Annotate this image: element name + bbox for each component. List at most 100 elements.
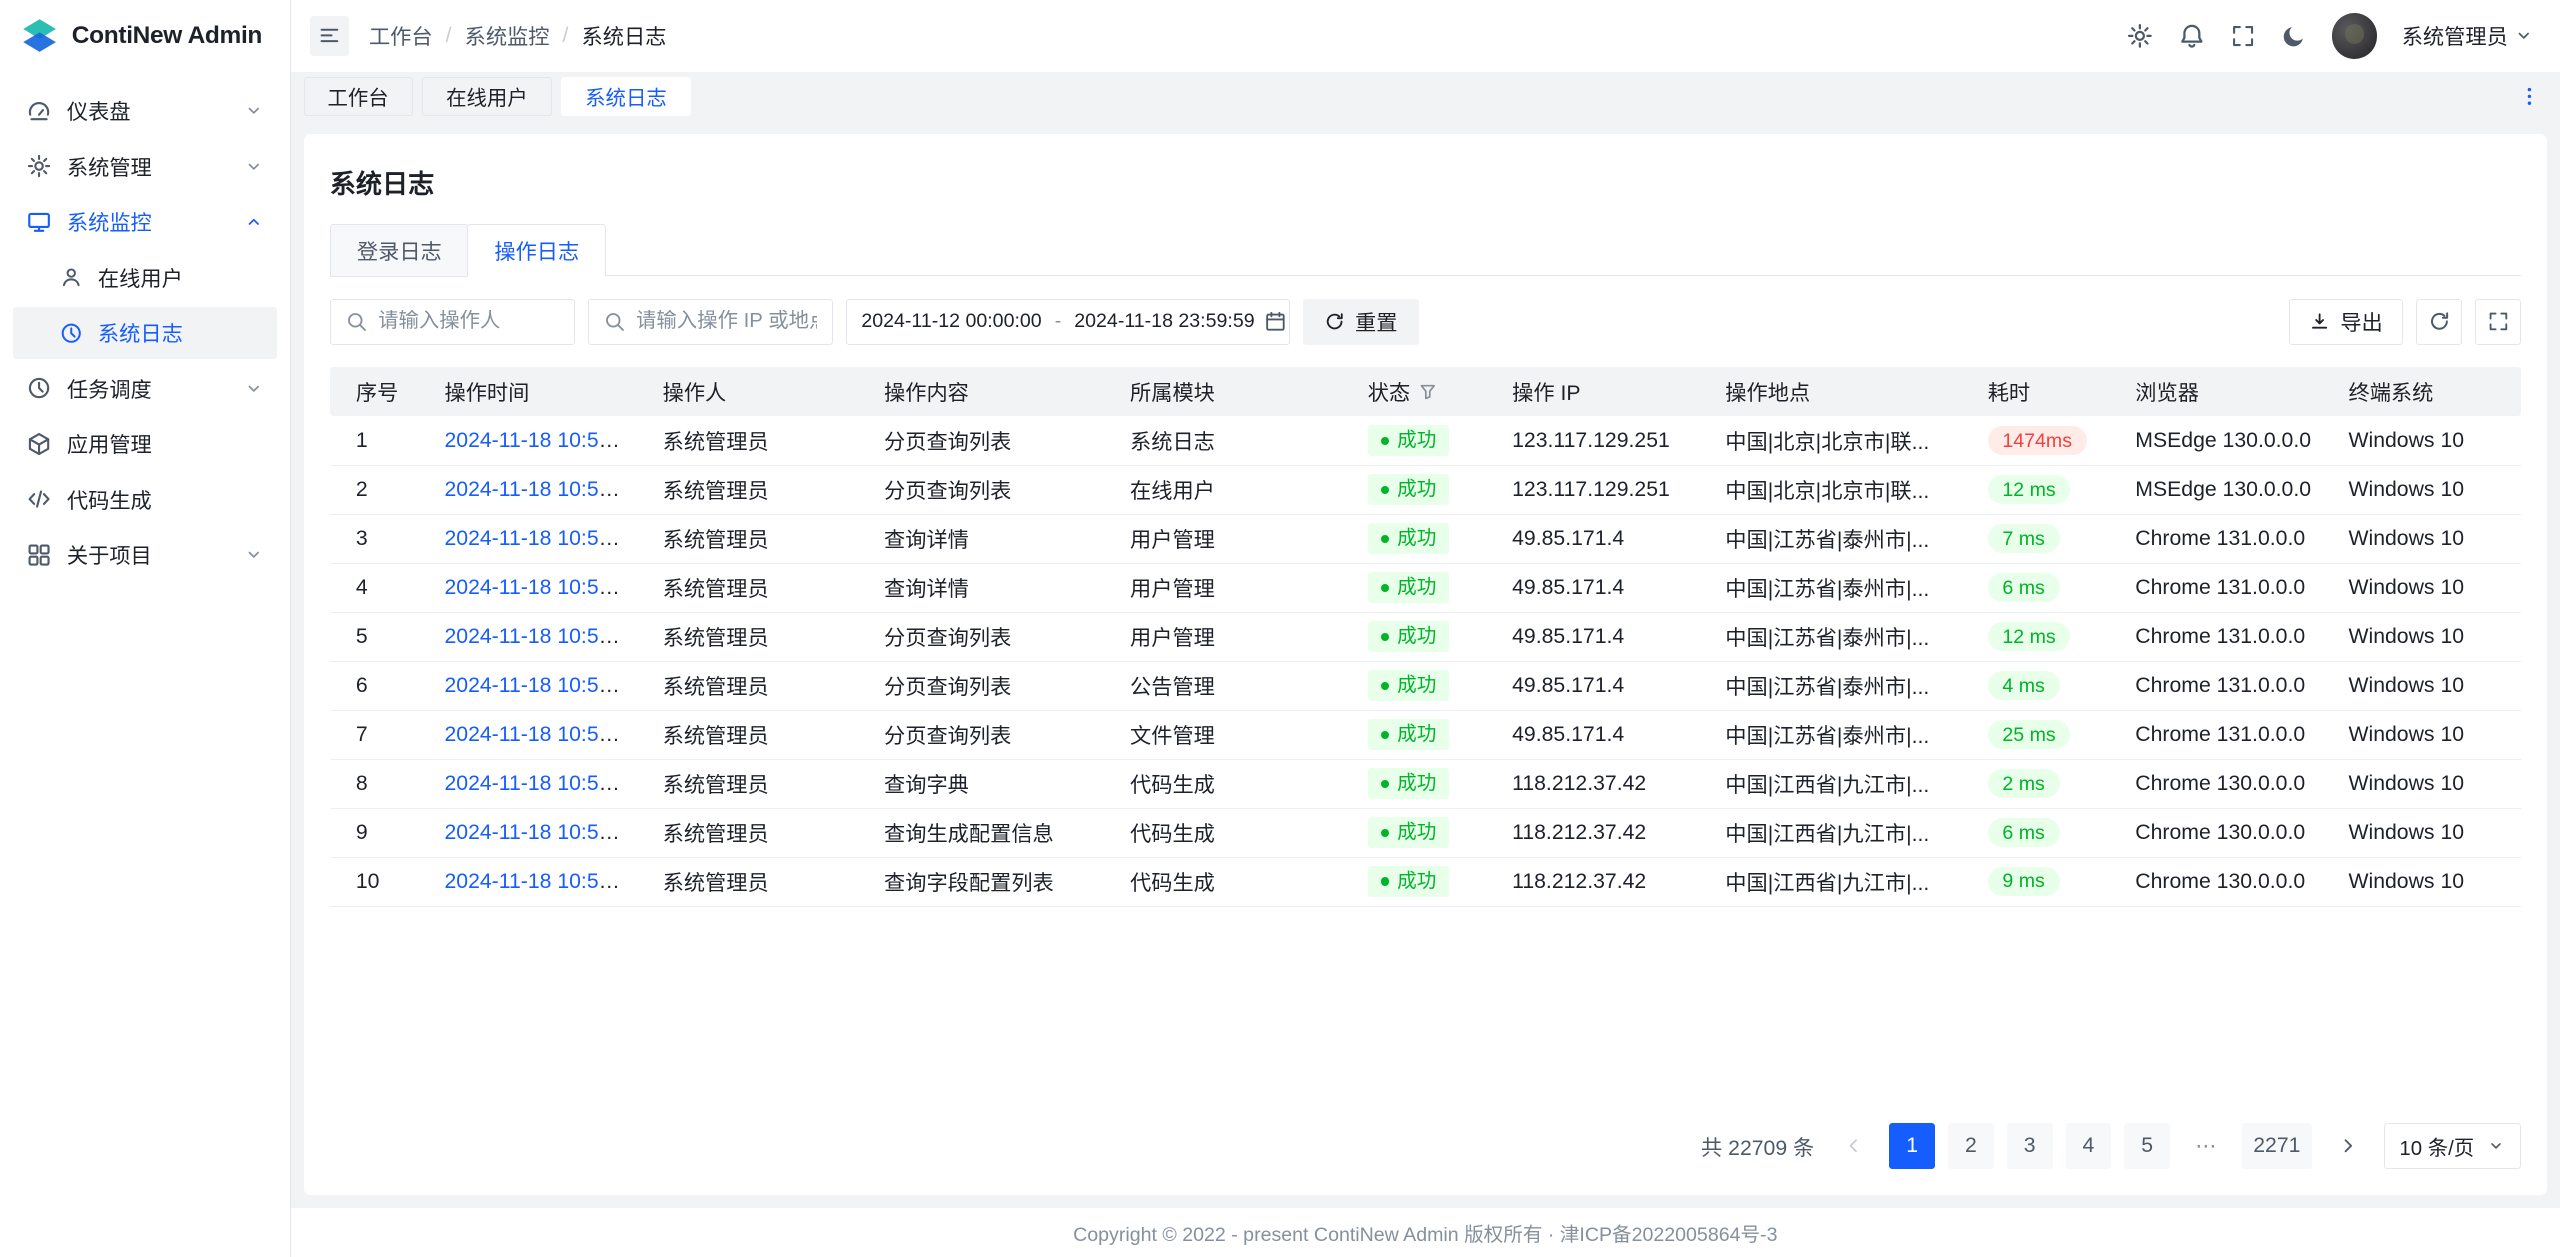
cell-time: 2024-11-18 10:52:05: [428, 563, 646, 612]
dark-mode-moon-icon[interactable]: [2281, 23, 2307, 49]
duration-badge: 12 ms: [1988, 475, 2071, 504]
operation-time-link[interactable]: 2024-11-18 10:52:47: [444, 478, 639, 501]
log-table: 序号操作时间操作人操作内容所属模块状态操作 IP操作地点耗时浏览器终端系统 12…: [330, 367, 2521, 906]
column-header-6: 状态: [1351, 367, 1495, 416]
app-root: ContiNew Admin 仪表盘 系统管理: [0, 0, 2560, 1257]
tab-online-users[interactable]: 在线用户: [422, 77, 551, 116]
export-button[interactable]: 导出: [2289, 299, 2404, 345]
breadcrumb: 工作台 / 系统监控 / 系统日志: [369, 20, 666, 51]
tab-workbench[interactable]: 工作台: [304, 77, 413, 116]
sidebar-item-code-gen[interactable]: 代码生成: [13, 473, 277, 525]
page-button-2[interactable]: 2: [1948, 1123, 1994, 1169]
cell-browser: Chrome 130.0.0.0: [2119, 808, 2332, 857]
tab-operation-logs[interactable]: 操作日志: [467, 224, 606, 277]
cell-operator: 系统管理员: [646, 759, 867, 808]
tab-system-logs[interactable]: 系统日志: [561, 77, 690, 116]
sidebar-item-task-schedule[interactable]: 任务调度: [13, 362, 277, 414]
date-range-picker[interactable]: 2024-11-12 00:00:00 - 2024-11-18 23:59:5…: [846, 299, 1290, 345]
cell-location: 中国|江西省|九江市|...: [1709, 857, 1971, 906]
ip-search-input[interactable]: [636, 310, 817, 333]
cell-status: 成功: [1351, 661, 1495, 710]
sidebar-collapse-button[interactable]: [310, 16, 349, 55]
sidebar-item-label: 系统管理: [67, 151, 229, 182]
cell-index: 6: [330, 661, 428, 710]
settings-gear-icon[interactable]: [2126, 22, 2154, 50]
duration-badge: 7 ms: [1988, 524, 2060, 553]
operation-time-link[interactable]: 2024-11-18 10:52:05: [444, 576, 639, 599]
sidebar: ContiNew Admin 仪表盘 系统管理: [0, 0, 291, 1257]
operator-search-field[interactable]: [330, 299, 575, 345]
cell-location: 中国|江西省|九江市|...: [1709, 808, 1971, 857]
tab-login-logs[interactable]: 登录日志: [330, 224, 469, 277]
status-filter-icon[interactable]: [1418, 382, 1438, 402]
user-menu[interactable]: 系统管理员: [2402, 20, 2534, 51]
cell-index: 10: [330, 857, 428, 906]
cell-operator: 系统管理员: [646, 465, 867, 514]
sidebar-item-system-monitor[interactable]: 系统监控: [13, 196, 277, 248]
cell-os: Windows 10: [2332, 759, 2521, 808]
cell-content: 查询字典: [868, 759, 1114, 808]
operation-time-link[interactable]: 2024-11-18 10:52:55: [444, 429, 639, 452]
page-button-1[interactable]: 1: [1889, 1123, 1935, 1169]
chevron-down-icon: [2514, 26, 2534, 46]
breadcrumb-item-workbench[interactable]: 工作台: [369, 20, 433, 51]
tab-more-icon[interactable]: [2511, 85, 2547, 108]
notification-bell-icon[interactable]: [2178, 22, 2206, 50]
cell-duration: 25 ms: [1971, 710, 2119, 759]
sidebar-item-about[interactable]: 关于项目: [13, 529, 277, 581]
operation-time-link[interactable]: 2024-11-18 10:51:50: [444, 772, 639, 795]
page-size-select[interactable]: 10 条/页: [2384, 1123, 2521, 1169]
logo-icon: [20, 16, 59, 55]
log-table-row: 72024-11-18 10:51:52系统管理员分页查询列表文件管理成功49.…: [330, 710, 2521, 759]
sidebar-item-system-mgmt[interactable]: 系统管理: [13, 140, 277, 192]
breadcrumb-item-system-monitor[interactable]: 系统监控: [465, 20, 550, 51]
tab-bar: 工作台 在线用户 系统日志: [291, 72, 2560, 121]
chevron-left-icon: [1844, 1136, 1864, 1156]
next-page-button[interactable]: [2325, 1123, 2371, 1169]
operation-time-link[interactable]: 2024-11-18 10:51:49: [444, 821, 639, 844]
app-logo[interactable]: ContiNew Admin: [0, 0, 290, 72]
refresh-table-icon[interactable]: [2416, 299, 2462, 345]
prev-page-button[interactable]: [1831, 1123, 1877, 1169]
sidebar-item-dashboard[interactable]: 仪表盘: [13, 85, 277, 137]
status-badge: 成功: [1368, 474, 1450, 505]
page-button-4[interactable]: 4: [2066, 1123, 2112, 1169]
cell-time: 2024-11-18 10:52:55: [428, 416, 646, 465]
cell-status: 成功: [1351, 612, 1495, 661]
cell-browser: Chrome 130.0.0.0: [2119, 759, 2332, 808]
cell-operator: 系统管理员: [646, 710, 867, 759]
sidebar-item-system-logs[interactable]: 系统日志: [13, 307, 277, 359]
search-icon: [345, 310, 368, 333]
operation-time-link[interactable]: 2024-11-18 10:51:49: [444, 870, 639, 893]
cell-module: 代码生成: [1114, 857, 1352, 906]
table-fullscreen-icon[interactable]: [2475, 299, 2521, 345]
fullscreen-icon[interactable]: [2230, 23, 2256, 49]
page-button-5[interactable]: 5: [2124, 1123, 2170, 1169]
sidebar-item-app-mgmt[interactable]: 应用管理: [13, 418, 277, 470]
sidebar-item-label: 仪表盘: [67, 95, 229, 126]
page-button-2271[interactable]: 2271: [2242, 1123, 2312, 1169]
page-ellipsis[interactable]: ⋯: [2183, 1123, 2229, 1169]
cell-os: Windows 10: [2332, 416, 2521, 465]
cell-index: 1: [330, 416, 428, 465]
status-badge: 成功: [1368, 866, 1450, 897]
cell-content: 查询字段配置列表: [868, 857, 1114, 906]
page-button-3[interactable]: 3: [2007, 1123, 2053, 1169]
operation-time-link[interactable]: 2024-11-18 10:51:53: [444, 674, 639, 697]
reset-button[interactable]: 重置: [1303, 299, 1419, 345]
sidebar-item-online-users[interactable]: 在线用户: [13, 251, 277, 303]
operation-time-link[interactable]: 2024-11-18 10:52:12: [444, 527, 639, 550]
operator-search-input[interactable]: [378, 310, 559, 333]
ip-search-field[interactable]: [588, 299, 833, 345]
operation-time-link[interactable]: 2024-11-18 10:51:55: [444, 625, 639, 648]
operation-time-link[interactable]: 2024-11-18 10:51:52: [444, 723, 639, 746]
log-table-row: 22024-11-18 10:52:47系统管理员分页查询列表在线用户成功123…: [330, 465, 2521, 514]
top-header: 工作台 / 系统监控 / 系统日志: [291, 0, 2560, 72]
cell-content: 分页查询列表: [868, 465, 1114, 514]
avatar[interactable]: [2332, 13, 2378, 59]
cell-duration: 6 ms: [1971, 563, 2119, 612]
status-badge: 成功: [1368, 425, 1450, 456]
duration-badge: 6 ms: [1988, 818, 2060, 847]
cell-location: 中国|江苏省|泰州市|...: [1709, 563, 1971, 612]
cell-os: Windows 10: [2332, 465, 2521, 514]
